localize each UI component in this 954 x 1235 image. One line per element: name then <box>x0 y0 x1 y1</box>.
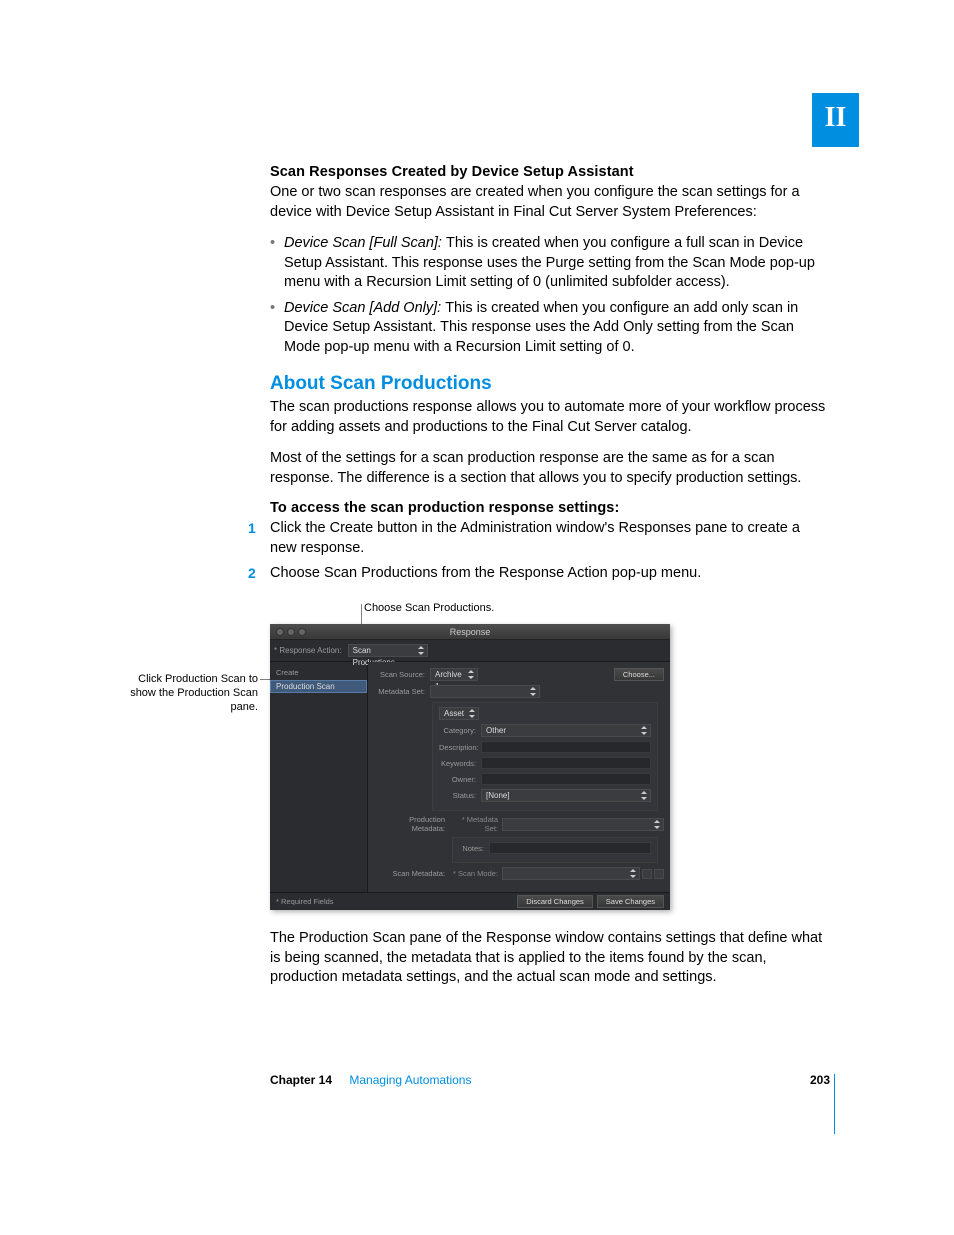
discard-changes-button[interactable]: Discard Changes <box>517 895 593 908</box>
production-metadata-label: Production Metadata: <box>374 815 450 833</box>
notes-input[interactable] <box>489 842 651 854</box>
metadata-set-row: Metadata Set: <box>374 685 664 698</box>
steps-heading: To access the scan production response s… <box>270 500 828 516</box>
minimize-icon[interactable] <box>287 628 295 636</box>
scan-metadata-row: Scan Metadata: * Scan Mode: <box>374 867 664 880</box>
scan-mode-label: * Scan Mode: <box>450 869 502 878</box>
page-number: 203 <box>810 1073 830 1087</box>
keywords-label: Keywords: <box>439 759 481 768</box>
category-label: Category: <box>439 726 481 735</box>
asset-select[interactable]: Asset <box>439 707 479 720</box>
response-action-row: * Response Action: Scan Productions <box>270 640 670 662</box>
window-titlebar: Response <box>270 624 670 640</box>
description-input[interactable] <box>481 741 651 753</box>
section-heading: Scan Responses Created by Device Setup A… <box>270 164 828 180</box>
close-icon[interactable] <box>276 628 284 636</box>
metadata-set-label: Metadata Set: <box>374 687 430 696</box>
after-paragraph: The Production Scan pane of the Response… <box>270 929 828 988</box>
traffic-lights[interactable] <box>276 628 306 636</box>
asset-metadata-frame: Asset Category: Other Description: Keywo… <box>432 702 658 811</box>
footer-rule <box>834 1074 835 1134</box>
step-item: 1Click the Create button in the Administ… <box>270 519 828 558</box>
main-pane: Scan Source: Archive 1 Choose... Metadat… <box>368 662 670 892</box>
production-metadata-row: Production Metadata: * Metadata Set: <box>374 815 664 833</box>
response-action-label: * Response Action: <box>274 646 342 655</box>
body-paragraph: The scan productions response allows you… <box>270 398 828 437</box>
bullet-item: Device Scan [Add Only]: This is created … <box>270 299 828 358</box>
window-footer: * Required Fields Discard Changes Save C… <box>270 892 670 910</box>
intro-paragraph: One or two scan responses are created wh… <box>270 183 828 222</box>
step-number: 2 <box>248 564 256 584</box>
sidebar-item-production-scan[interactable]: Production Scan <box>270 680 367 693</box>
window-body: Create Production Scan Scan Source: Arch… <box>270 662 670 892</box>
required-fields-note: * Required Fields <box>276 897 334 906</box>
prod-metadata-set-select[interactable] <box>502 818 664 831</box>
keywords-input[interactable] <box>481 757 651 769</box>
window-title: Response <box>450 627 491 637</box>
scan-mode-select[interactable] <box>502 867 640 880</box>
callout-left: Click Production Scan to show the Produc… <box>118 672 258 714</box>
scan-source-row: Scan Source: Archive 1 Choose... <box>374 668 664 681</box>
response-window: Response * Response Action: Scan Product… <box>270 624 670 910</box>
bullet-list: Device Scan [Full Scan]: This is created… <box>270 234 828 357</box>
metadata-set-select[interactable] <box>430 685 540 698</box>
scan-source-label: Scan Source: <box>374 670 430 679</box>
callout-top: Choose Scan Productions. <box>364 601 494 615</box>
step-number: 1 <box>248 519 256 539</box>
bullet-term: Device Scan [Add Only]: <box>284 300 445 316</box>
owner-label: Owner: <box>439 775 481 784</box>
save-changes-button[interactable]: Save Changes <box>597 895 664 908</box>
zoom-icon[interactable] <box>298 628 306 636</box>
status-select[interactable]: [None] <box>481 789 651 802</box>
chapter-number: Chapter 14 <box>270 1073 332 1087</box>
notes-label: Notes: <box>459 844 489 853</box>
bullet-term: Device Scan [Full Scan]: <box>284 235 446 251</box>
page-content: Scan Responses Created by Device Setup A… <box>270 164 828 590</box>
scan-metadata-label: Scan Metadata: <box>374 869 450 878</box>
add-icon[interactable] <box>642 869 652 879</box>
scan-source-select[interactable]: Archive 1 <box>430 668 478 681</box>
category-select[interactable]: Other <box>481 724 651 737</box>
step-text: Click the Create button in the Administr… <box>270 520 800 556</box>
production-metadata-frame: Notes: <box>452 837 658 863</box>
response-action-select[interactable]: Scan Productions <box>348 644 428 657</box>
page-footer: Chapter 14 Managing Automations 203 <box>270 1073 830 1087</box>
body-paragraph: Most of the settings for a scan producti… <box>270 449 828 488</box>
section-heading-2: About Scan Productions <box>270 373 828 395</box>
description-label: Description: <box>439 743 481 752</box>
step-item: 2Choose Scan Productions from the Respon… <box>270 564 828 584</box>
choose-button[interactable]: Choose... <box>614 668 664 681</box>
prod-metadata-set-label: * Metadata Set: <box>450 815 502 833</box>
remove-icon[interactable] <box>654 869 664 879</box>
bullet-item: Device Scan [Full Scan]: This is created… <box>270 234 828 293</box>
status-label: Status: <box>439 791 481 800</box>
part-tab: II <box>812 93 859 147</box>
chapter-title: Managing Automations <box>349 1073 471 1087</box>
steps-list: 1Click the Create button in the Administ… <box>270 519 828 584</box>
step-text: Choose Scan Productions from the Respons… <box>270 565 701 581</box>
owner-input[interactable] <box>481 773 651 785</box>
sidebar: Create Production Scan <box>270 662 368 892</box>
